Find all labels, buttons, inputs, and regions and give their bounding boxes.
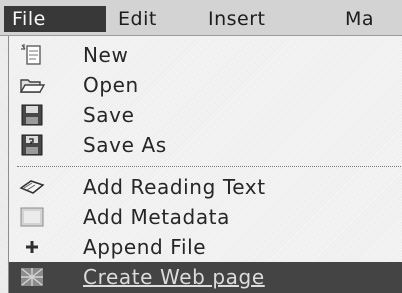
menu-separator bbox=[17, 166, 402, 167]
application-window: File Edit Insert Ma New Open Save Save A… bbox=[0, 0, 402, 293]
metadata-icon bbox=[20, 207, 44, 227]
plus-icon bbox=[26, 241, 38, 253]
open-folder-icon bbox=[19, 79, 45, 93]
menu-item-open-label: Open bbox=[83, 73, 139, 97]
menu-item-append-file[interactable]: Append File bbox=[9, 232, 402, 262]
menu-item-create-web-page-label: Create Web page bbox=[83, 265, 265, 289]
file-menu-dropdown: New Open Save Save As Add Reading Text A… bbox=[8, 36, 402, 293]
menu-item-save-label: Save bbox=[83, 103, 135, 127]
menu-item-add-metadata[interactable]: Add Metadata bbox=[9, 202, 402, 232]
menu-item-add-reading-text-label: Add Reading Text bbox=[83, 175, 266, 199]
menu-item-save-as[interactable]: Save As bbox=[9, 130, 402, 160]
menu-edit[interactable]: Edit bbox=[118, 6, 157, 32]
open-book-icon bbox=[19, 180, 45, 194]
menu-item-append-file-label: Append File bbox=[83, 235, 207, 259]
menu-item-save-as-label: Save As bbox=[83, 133, 167, 157]
floppy-disk-save-as-icon bbox=[21, 134, 43, 156]
menu-item-new-label: New bbox=[83, 43, 129, 67]
menu-insert[interactable]: Insert bbox=[208, 6, 266, 32]
menu-item-open[interactable]: Open bbox=[9, 70, 402, 100]
menu-item-create-web-page[interactable]: Create Web page bbox=[9, 262, 402, 293]
menu-ma-truncated[interactable]: Ma bbox=[345, 6, 374, 32]
new-document-icon bbox=[21, 44, 41, 65]
menu-file[interactable]: File bbox=[4, 6, 106, 32]
floppy-disk-icon bbox=[21, 104, 43, 126]
menu-item-add-reading-text[interactable]: Add Reading Text bbox=[9, 172, 402, 202]
web-page-icon bbox=[21, 268, 43, 286]
menu-item-new[interactable]: New bbox=[9, 40, 402, 70]
menu-item-save[interactable]: Save bbox=[9, 100, 402, 130]
menu-item-add-metadata-label: Add Metadata bbox=[83, 205, 230, 229]
menu-bar: File Edit Insert Ma bbox=[0, 0, 402, 36]
